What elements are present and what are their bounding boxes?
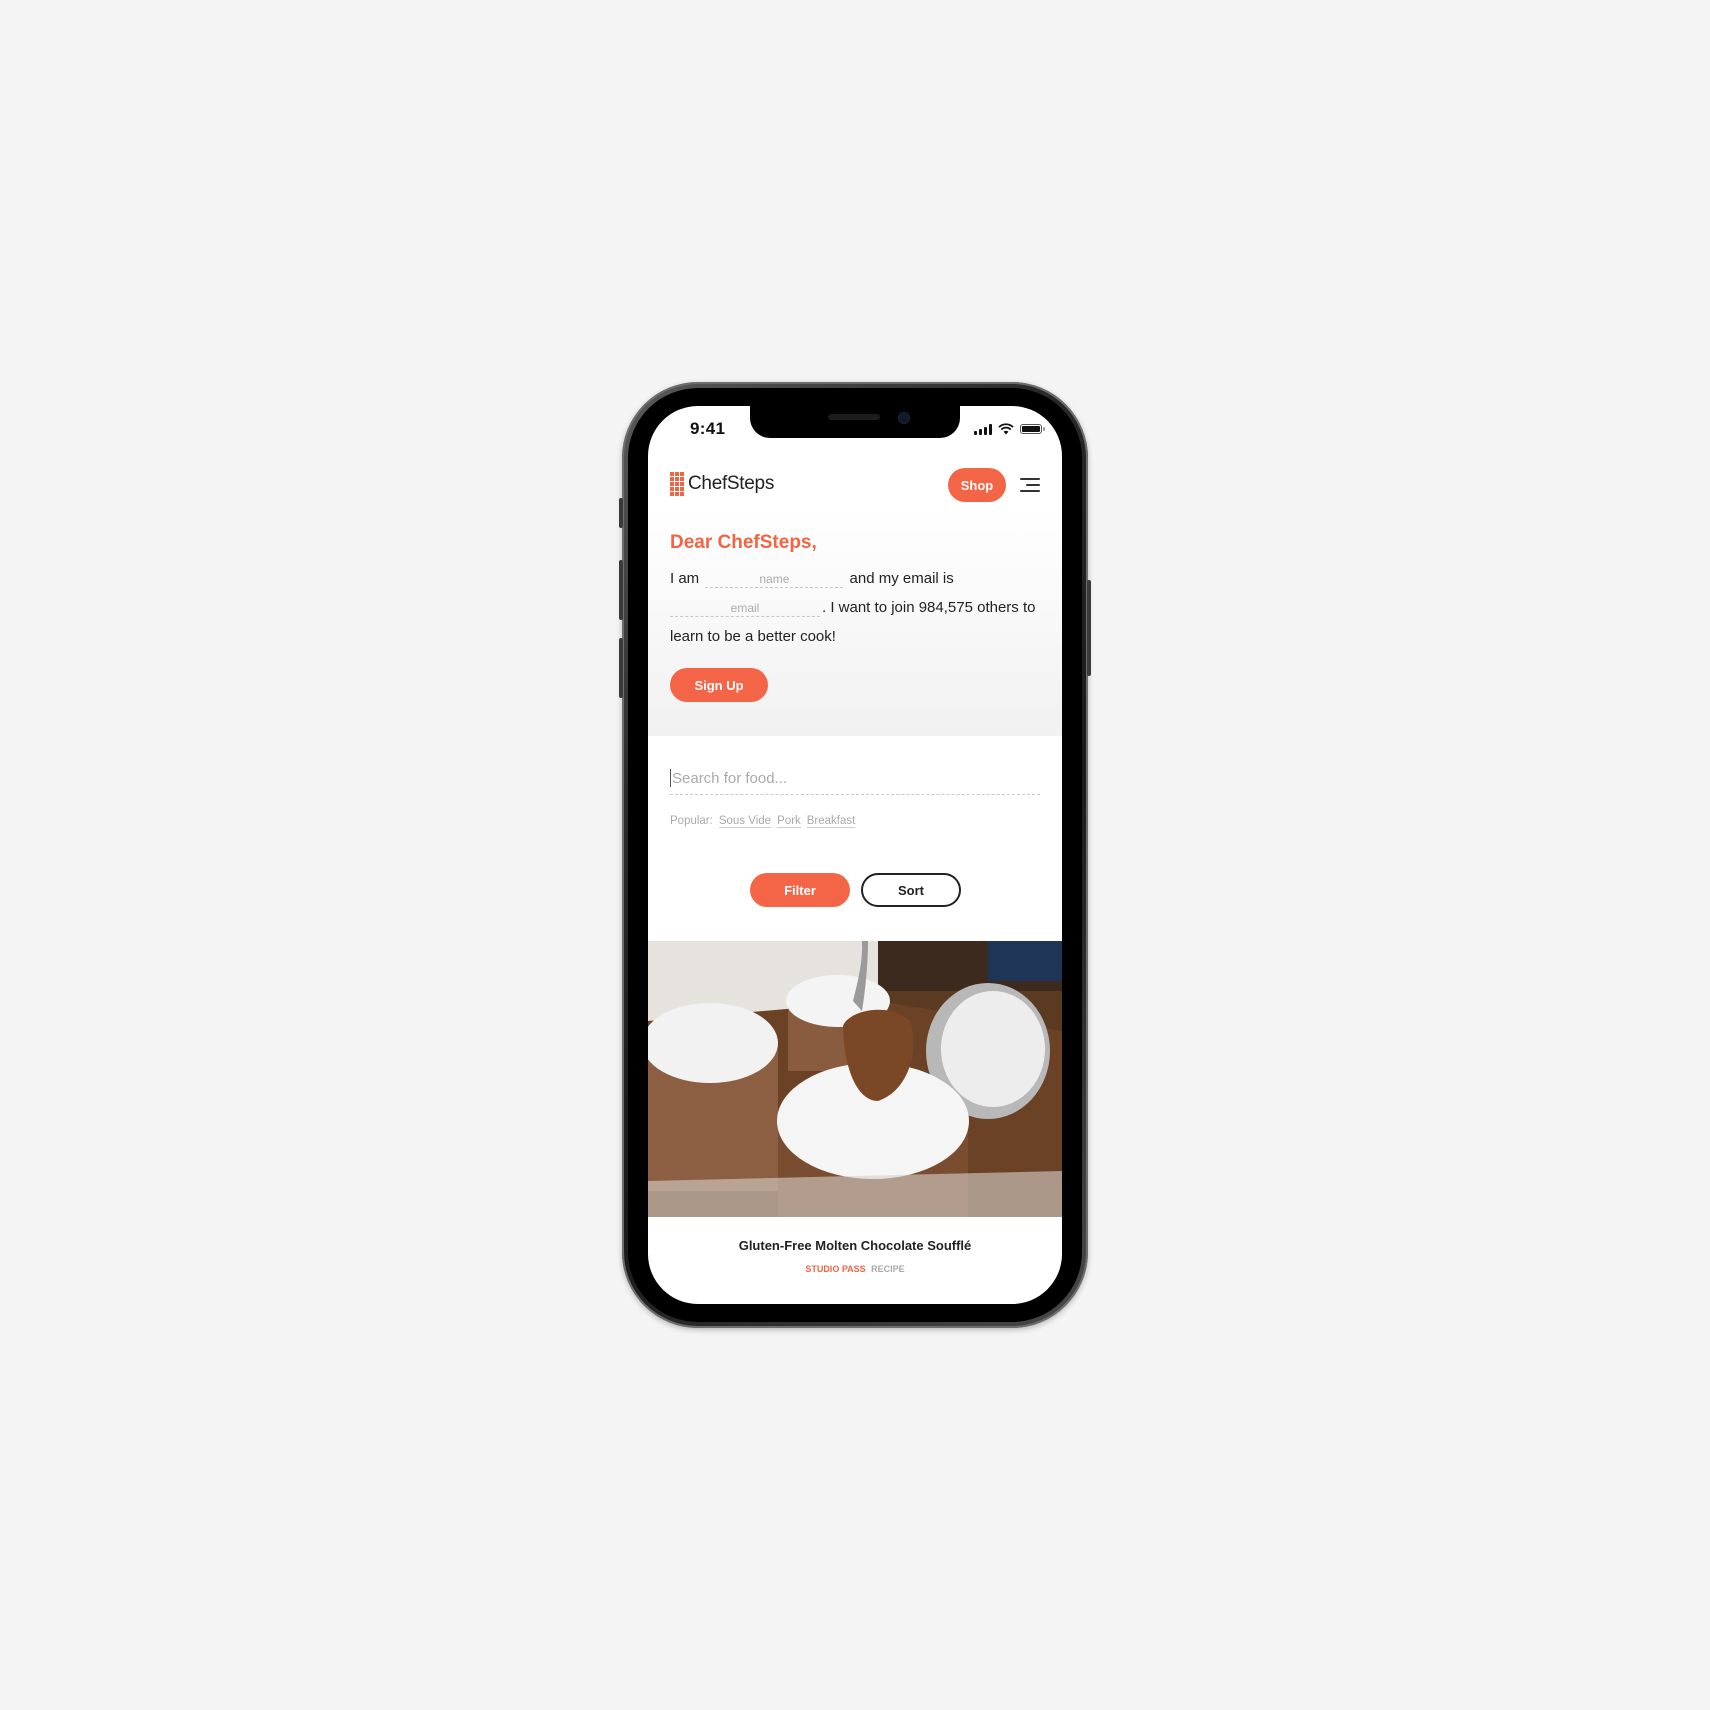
studio-pass-badge: STUDIO PASS [805, 1264, 866, 1274]
text-caret [670, 769, 671, 787]
wifi-icon [998, 423, 1014, 435]
filter-button[interactable]: Filter [750, 873, 850, 907]
popular-tag-pork[interactable]: Pork [777, 815, 801, 828]
front-camera [898, 412, 910, 424]
recipe-type-label: RECIPE [871, 1264, 905, 1274]
signup-text-2: and my email is [849, 570, 954, 587]
souffle-photo [648, 941, 1062, 1217]
silent-switch [619, 498, 623, 528]
email-field[interactable]: email [670, 600, 820, 617]
name-field[interactable]: name [705, 571, 844, 588]
power-button [1087, 580, 1091, 676]
chefsteps-logo[interactable]: ChefSteps [670, 472, 774, 496]
recipe-tags: STUDIO PASS RECIPE [648, 1264, 1062, 1274]
logo-text: ChefSteps [688, 473, 775, 494]
search-section: Search for food... Popular: Sous Vide Po… [648, 736, 1062, 941]
sort-button[interactable]: Sort [861, 873, 961, 907]
signup-section: Dear ChefSteps, I am name and my email i… [648, 506, 1062, 736]
signal-icon [974, 423, 992, 435]
popular-tag-sous-vide[interactable]: Sous Vide [718, 815, 772, 828]
recipe-title[interactable]: Gluten-Free Molten Chocolate Soufflé [648, 1238, 1062, 1253]
site-header: ChefSteps Shop [648, 462, 1062, 506]
signup-text-1: I am [670, 570, 700, 587]
search-placeholder: Search for food... [672, 769, 788, 787]
speaker [828, 414, 880, 420]
search-input[interactable]: Search for food... [670, 762, 1040, 795]
volume-down-button [619, 638, 623, 698]
hamburger-menu-icon[interactable] [1020, 477, 1040, 493]
volume-up-button [619, 560, 623, 620]
shop-button[interactable]: Shop [948, 468, 1006, 502]
signup-sentence: I am name and my email is email. I want … [670, 564, 1042, 651]
recipe-image[interactable] [648, 941, 1062, 1217]
popular-searches: Popular: Sous Vide Pork Breakfast [670, 815, 856, 828]
status-time: 9:41 [690, 419, 726, 438]
logo-grid-icon [670, 472, 684, 496]
battery-icon [1020, 424, 1045, 434]
popular-label: Popular: [670, 815, 713, 827]
signup-greeting: Dear ChefSteps, [670, 532, 817, 553]
sign-up-button[interactable]: Sign Up [670, 668, 768, 702]
phone-screen: 9:41 ChefSteps Shop Dear ChefSteps, I am… [648, 406, 1062, 1304]
popular-tag-breakfast[interactable]: Breakfast [806, 815, 856, 828]
notch [750, 406, 960, 438]
status-icons [974, 423, 1045, 435]
